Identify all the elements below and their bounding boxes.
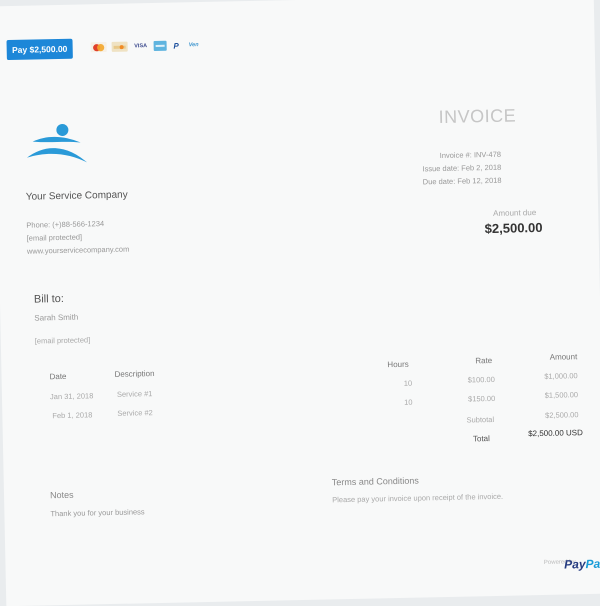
row-date: Jan 31, 2018	[49, 391, 94, 402]
company-website: www.yourservicecompany.com	[26, 244, 130, 256]
row-date: Feb 1, 2018	[52, 410, 93, 421]
invoice-title: INVOICE	[438, 105, 517, 128]
row-rate: $100.00	[467, 374, 495, 385]
column-header-amount: Amount	[549, 352, 578, 362]
pay-button[interactable]: Pay $2,500.00	[6, 38, 73, 61]
due-date: Due date: Feb 12, 2018	[422, 175, 502, 187]
column-header-hours: Hours	[387, 359, 409, 370]
row-amount: $1,500.00	[544, 390, 579, 400]
amount-due-label: Amount due	[492, 208, 537, 218]
row-amount: $1,000.00	[544, 371, 578, 381]
amex-icon	[153, 40, 167, 52]
bill-to-name: Sarah Smith	[34, 312, 79, 323]
paypal-logo-part-pal: Pal	[585, 556, 600, 572]
paypal-p-icon: P	[173, 40, 179, 51]
row-hours: 10	[404, 397, 413, 407]
terms-text: Please pay your invoice upon receipt of …	[332, 491, 504, 505]
total-label: Total	[472, 434, 490, 444]
bill-to-heading: Bill to:	[33, 292, 65, 306]
subtotal-label: Subtotal	[466, 414, 495, 425]
company-logo-icon	[26, 123, 88, 163]
row-description: Service #2	[117, 408, 153, 418]
notes-text: Thank you for your business	[50, 507, 145, 519]
discover-icon	[111, 41, 128, 52]
bill-to-email: [email protected]	[34, 335, 91, 346]
row-description: Service #1	[116, 389, 153, 399]
payment-methods: VISA P Ven	[90, 38, 202, 54]
company-name: Your Service Company	[25, 189, 128, 203]
table-row: Feb 1, 2018 Service #2 10 $150.00 $1,500…	[0, 0, 594, 420]
company-contact: Phone: (+)88-566-1234 [email protected] …	[26, 217, 129, 258]
terms-heading: Terms and Conditions	[331, 475, 419, 488]
paypal-logo[interactable]: PayPal	[564, 557, 600, 572]
subtotal-value: $2,500.00	[545, 410, 579, 420]
amount-due-value: $2,500.00	[484, 219, 543, 237]
visa-icon: VISA	[134, 43, 148, 50]
invoice-page: Pay $2,500.00 VISA P Ven Your Service Comp…	[0, 0, 600, 606]
paypal-logo-part-pay: Pay	[564, 557, 586, 572]
notes-heading: Notes	[49, 489, 74, 501]
column-header-rate: Rate	[475, 355, 493, 366]
invoice-meta: Invoice #: INV-478 Issue date: Feb 2, 20…	[422, 148, 502, 189]
total-value: $2,500.00 USD	[528, 428, 583, 439]
column-header-date: Date	[49, 371, 67, 382]
column-header-description: Description	[114, 369, 155, 379]
mastercard-icon	[90, 41, 107, 53]
row-rate: $150.00	[468, 393, 496, 404]
venmo-icon: Ven	[188, 42, 199, 49]
row-hours: 10	[403, 378, 413, 388]
table-row: Jan 31, 2018 Service #1 10 $100.00 $1,00…	[0, 0, 594, 401]
